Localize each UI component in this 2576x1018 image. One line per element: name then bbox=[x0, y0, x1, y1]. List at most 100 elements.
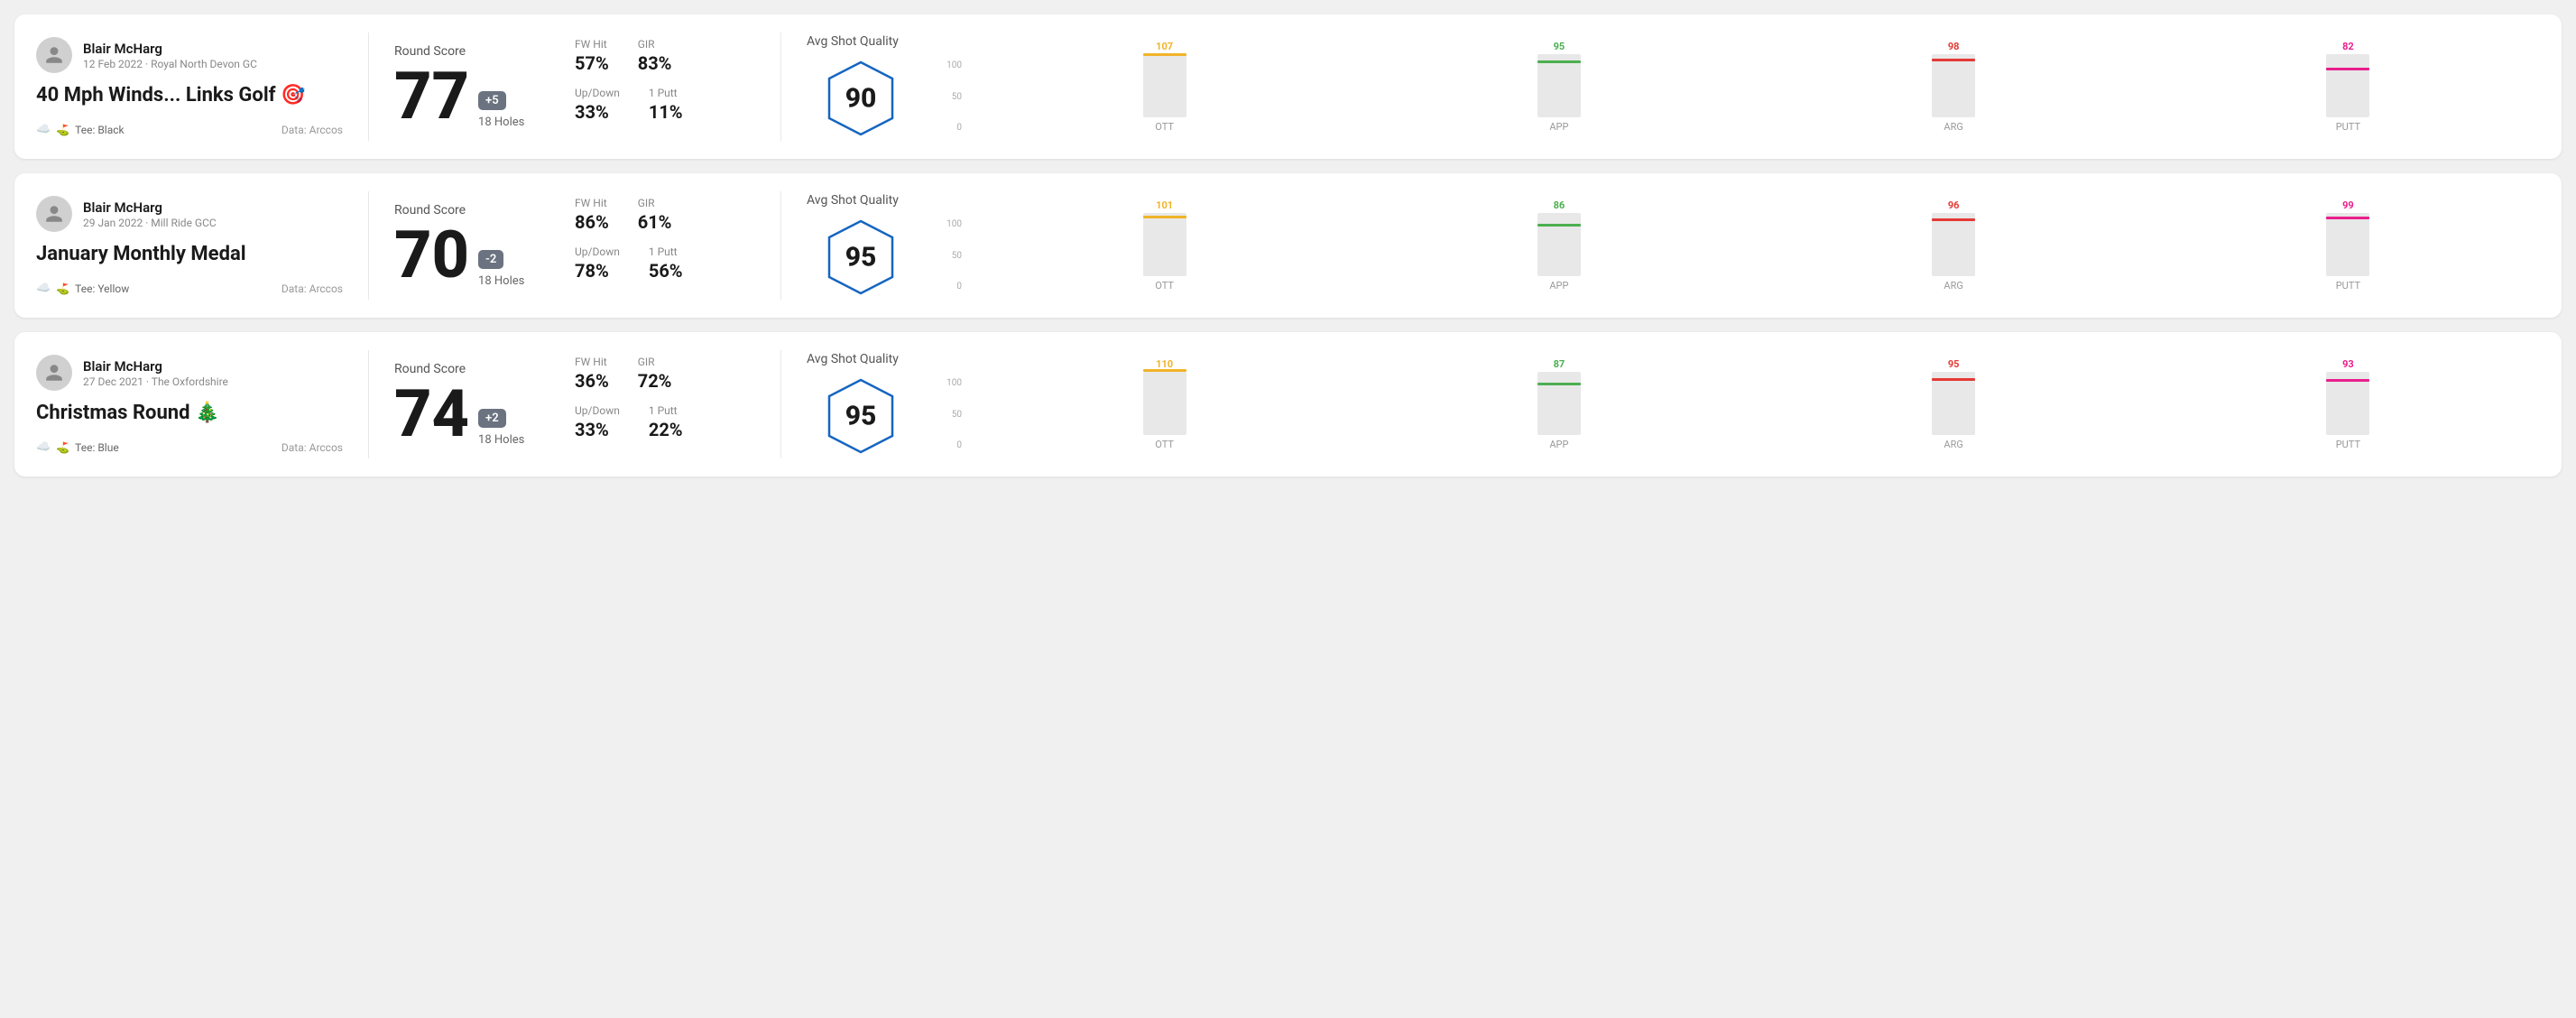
bar-area bbox=[1932, 213, 1975, 276]
bar-xlabel: APP bbox=[1549, 121, 1568, 133]
bag-icon: ⛳ bbox=[56, 441, 69, 454]
stat-up-down: Up/Down33% bbox=[575, 87, 620, 123]
bar-value-label: 95 bbox=[1948, 358, 1960, 370]
score-section: Round Score70-218 Holes bbox=[394, 203, 557, 288]
stats-row-2: Up/Down33% 1 Putt 22% bbox=[575, 404, 755, 440]
bar-col-putt: 93PUTT bbox=[2156, 358, 2540, 450]
stat-value: 36% bbox=[575, 370, 609, 392]
score-section: Round Score74+218 Holes bbox=[394, 362, 557, 447]
bar-col-arg: 95 ARG bbox=[1762, 358, 2146, 450]
bar-area bbox=[1537, 54, 1581, 117]
player-info: Blair McHarg29 Jan 2022 · Mill Ride GCC bbox=[83, 199, 217, 229]
stat-gir: GIR61% bbox=[638, 197, 672, 233]
stats-section: FW Hit86%GIR61%Up/Down78%1 Putt56% bbox=[575, 197, 755, 294]
round-card-round1: Blair McHarg12 Feb 2022 · Royal North De… bbox=[14, 14, 2562, 159]
chart-wrapper: 100500107OTT95APP98ARG82PUTT bbox=[940, 41, 2540, 133]
bag-icon: ⛳ bbox=[56, 124, 69, 136]
quality-score: 95 bbox=[845, 242, 877, 273]
quality-section: Avg Shot Quality 95 bbox=[807, 193, 915, 298]
bar-col-app: 87APP bbox=[1367, 358, 1750, 450]
round-card-round2: Blair McHarg29 Jan 2022 · Mill Ride GCC J… bbox=[14, 173, 2562, 318]
bar-indicator-line bbox=[1537, 224, 1581, 227]
bar-background bbox=[1143, 54, 1186, 117]
stats-row-2: Up/Down78% 1 Putt 56% bbox=[575, 245, 755, 282]
player-meta: 27 Dec 2021 · The Oxfordshire bbox=[83, 375, 228, 388]
bar-background bbox=[1932, 372, 1975, 435]
score-row: 70-218 Holes bbox=[394, 223, 557, 288]
round-footer: ☁️ ⛳ Tee: Blue Data: Arccos bbox=[36, 440, 343, 454]
hexagon-wrapper: 95 bbox=[807, 217, 915, 298]
y-axis: 100500 bbox=[940, 60, 962, 133]
divider-1 bbox=[368, 32, 369, 141]
bar-col-ott: 107 OTT bbox=[973, 41, 1356, 133]
stat-up-down: Up/Down33% bbox=[575, 404, 620, 440]
bar-area bbox=[1143, 54, 1186, 117]
y-label-0: 0 bbox=[940, 440, 962, 450]
bar-background bbox=[2326, 54, 2369, 117]
bar-area bbox=[2326, 54, 2369, 117]
quality-score: 90 bbox=[845, 83, 877, 115]
hexagon: 90 bbox=[820, 58, 901, 139]
score-holes: 18 Holes bbox=[478, 433, 524, 447]
bar-background bbox=[1932, 54, 1975, 117]
round-title: January Monthly Medal bbox=[36, 243, 343, 265]
player-name: Blair McHarg bbox=[83, 358, 228, 375]
bar-xlabel: OTT bbox=[1155, 439, 1174, 450]
avg-shot-quality-label: Avg Shot Quality bbox=[807, 34, 915, 49]
bar-xlabel: ARG bbox=[1944, 439, 1962, 450]
bar-indicator-line bbox=[1143, 216, 1186, 218]
bar-background bbox=[1537, 213, 1581, 276]
stat-value: 86% bbox=[575, 211, 609, 233]
chart-wrapper: 100500110OTT87APP95ARG93PUTT bbox=[940, 358, 2540, 450]
player-meta: 12 Feb 2022 · Royal North Devon GC bbox=[83, 58, 257, 70]
stat-1-putt: 1 Putt 22% bbox=[649, 404, 683, 440]
bar-col-ott: 110OTT bbox=[973, 358, 1356, 450]
bar-background bbox=[1932, 213, 1975, 276]
stat-fw-hit: FW Hit57% bbox=[575, 38, 609, 74]
bar-xlabel: ARG bbox=[1944, 280, 1962, 292]
stat-value: 56% bbox=[649, 260, 683, 282]
round-footer: ☁️⛳Tee: BlackData: Arccos bbox=[36, 123, 343, 136]
quality-score: 95 bbox=[845, 401, 877, 432]
stat-1-putt: 1 Putt 56% bbox=[649, 245, 683, 282]
score-row: 77+518 Holes bbox=[394, 64, 557, 129]
bar-background bbox=[1143, 372, 1186, 435]
avatar bbox=[36, 355, 72, 391]
bar-value-label: 99 bbox=[2342, 199, 2354, 211]
hexagon-wrapper: 95 bbox=[807, 375, 915, 457]
stat-value: 57% bbox=[575, 52, 609, 74]
bar-value-label: 107 bbox=[1156, 41, 1173, 52]
stats-row-1: FW Hit36%GIR72% bbox=[575, 356, 755, 392]
bar-indicator-line bbox=[1932, 378, 1975, 381]
stat-value: 61% bbox=[638, 211, 672, 233]
tee-label: Tee: Yellow bbox=[75, 282, 129, 295]
chart-section: 100500107OTT95APP98ARG82PUTT bbox=[940, 41, 2540, 133]
data-source: Data: Arccos bbox=[282, 441, 343, 454]
stat-label: 1 Putt bbox=[649, 404, 683, 417]
stat-up-down: Up/Down78% bbox=[575, 245, 620, 282]
hexagon-wrapper: 90 bbox=[807, 58, 915, 139]
bar-background bbox=[1537, 54, 1581, 117]
weather-icon: ☁️ bbox=[36, 440, 51, 454]
bar-col-putt: 82PUTT bbox=[2156, 41, 2540, 133]
stat-label: 1 Putt bbox=[649, 87, 683, 99]
stat-value: 78% bbox=[575, 260, 620, 282]
data-source: Data: Arccos bbox=[282, 124, 343, 136]
stat-value: 22% bbox=[649, 419, 683, 440]
score-holes: 18 Holes bbox=[478, 116, 524, 129]
bar-col-app: 95APP bbox=[1367, 41, 1750, 133]
stat-fw-hit: FW Hit 36% bbox=[575, 356, 609, 392]
bar-xlabel: OTT bbox=[1155, 121, 1174, 133]
tee-label: Tee: Blue bbox=[75, 441, 119, 454]
bar-area bbox=[1143, 213, 1186, 276]
player-header: Blair McHarg12 Feb 2022 · Royal North De… bbox=[36, 37, 343, 73]
round-score-label: Round Score bbox=[394, 44, 557, 59]
player-info: Blair McHarg27 Dec 2021 · The Oxfordshir… bbox=[83, 358, 228, 388]
stats-section: FW Hit36%GIR72%Up/Down33%1 Putt22% bbox=[575, 356, 755, 453]
stat-label: 1 Putt bbox=[649, 245, 683, 258]
bar-indicator-line bbox=[2326, 68, 2369, 70]
stat-label: FW Hit bbox=[575, 356, 609, 368]
bar-col-putt: 99PUTT bbox=[2156, 199, 2540, 292]
stat-value: 11% bbox=[649, 101, 683, 123]
bars-row: 107OTT95APP98ARG82PUTT bbox=[973, 41, 2540, 133]
